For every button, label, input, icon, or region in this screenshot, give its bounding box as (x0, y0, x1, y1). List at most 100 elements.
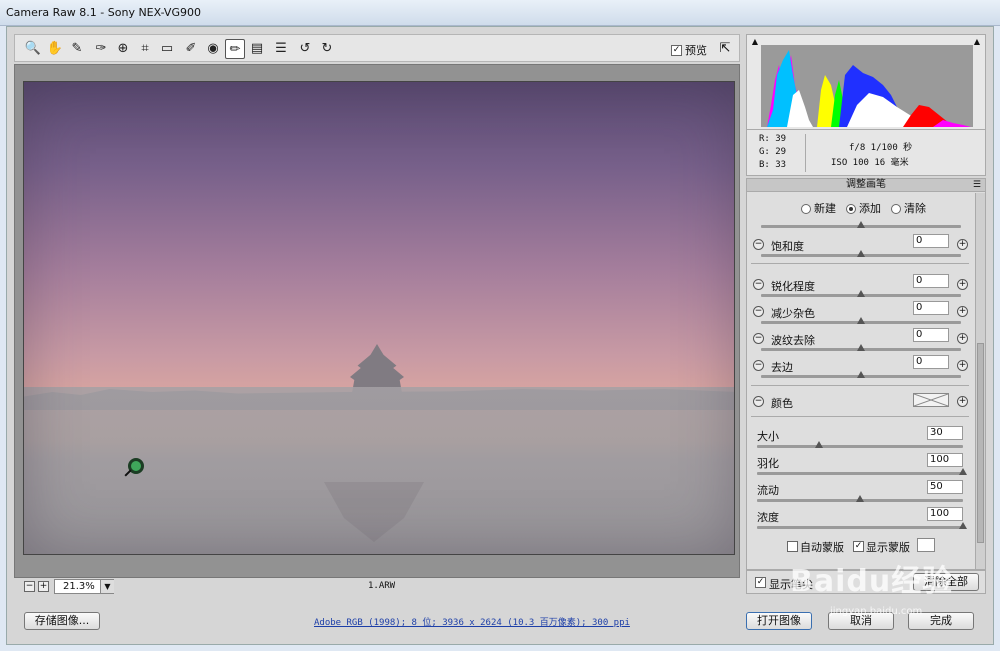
brush-slider-thumb[interactable] (814, 441, 823, 448)
target-adjust-tool-icon[interactable]: ⊕ (113, 39, 133, 59)
panel-menu-icon[interactable]: ☰ (973, 179, 981, 191)
zoom-out-icon[interactable]: − (24, 581, 35, 592)
zoom-dropdown-icon[interactable]: ▼ (100, 580, 114, 593)
brush-slider-thumb[interactable] (959, 468, 967, 475)
exposure-slider-partial-thumb[interactable] (857, 221, 865, 228)
info-separator (805, 134, 806, 172)
brush-setting-label: 浓度 (757, 511, 779, 524)
slider-value-field[interactable]: 0 (913, 234, 949, 248)
preview-checkbox[interactable]: ✓ 预览 (671, 42, 707, 58)
white-balance-tool-icon[interactable]: ✎ (67, 39, 87, 59)
slider-thumb[interactable] (857, 290, 865, 297)
slider-value-field[interactable]: 0 (913, 274, 949, 288)
radio-icon[interactable] (846, 204, 856, 214)
increase-icon[interactable]: + (957, 396, 968, 407)
histogram: ▲ ▲ (746, 34, 986, 130)
decrease-icon[interactable]: − (753, 333, 764, 344)
zoom-tool-icon[interactable]: 🔍 (23, 39, 43, 59)
graduated-filter-tool-icon[interactable]: ▤ (247, 39, 267, 59)
canvas-area (14, 64, 740, 578)
color-label: 颜色 (771, 397, 793, 410)
mode-label: 新建 (814, 202, 836, 215)
slider-thumb[interactable] (857, 317, 865, 324)
mode-radio-2[interactable]: 清除 (891, 200, 926, 216)
panel-scroll-thumb[interactable] (977, 343, 984, 543)
brush-value-field[interactable]: 30 (927, 426, 963, 440)
increase-icon[interactable]: + (957, 239, 968, 250)
brush-slider-track[interactable] (757, 472, 963, 475)
photo-vignette (24, 82, 734, 554)
slider-thumb[interactable] (857, 344, 865, 351)
brush-setting-label: 流动 (757, 484, 779, 497)
preview-check-box[interactable]: ✓ (671, 44, 682, 56)
photo-preview[interactable] (23, 81, 735, 555)
slider-thumb[interactable] (857, 371, 865, 378)
mode-label: 清除 (904, 202, 926, 215)
brush-slider-track[interactable] (757, 526, 963, 529)
camera-info: R: 39 G: 29 B: 33 f/8 1/100 秒 ISO 100 16… (746, 130, 986, 176)
decrease-icon[interactable]: − (753, 306, 764, 317)
brush-mode-group: 新建 添加 清除 (801, 200, 926, 216)
radio-icon[interactable] (891, 204, 901, 214)
slider-label: 饱和度 (771, 240, 804, 253)
brush-slider-track[interactable] (757, 445, 963, 448)
brush-slider-thumb[interactable] (856, 495, 864, 502)
increase-icon[interactable]: + (957, 333, 968, 344)
radio-icon[interactable] (801, 204, 811, 214)
save-image-button[interactable]: 存储图像... (24, 612, 100, 630)
panel-scrollbar[interactable] (975, 193, 985, 569)
slider-thumb[interactable] (857, 250, 865, 257)
adjustment-brush-tool-icon[interactable]: ✏ (225, 39, 245, 59)
rotate-ccw-tool-icon[interactable]: ↺ (295, 39, 315, 59)
exposure-info: f/8 1/100 秒 (849, 143, 913, 153)
brush-setting-label: 羽化 (757, 457, 779, 470)
color-sampler-tool-icon[interactable]: ✑ (91, 39, 111, 59)
increase-icon[interactable]: + (957, 306, 968, 317)
auto-mask-checkbox[interactable] (787, 541, 798, 552)
red-eye-tool-icon[interactable]: ◉ (203, 39, 223, 59)
color-swatch[interactable] (913, 393, 949, 407)
increase-icon[interactable]: + (957, 279, 968, 290)
g-label: G: (759, 147, 770, 157)
hand-tool-icon[interactable]: ✋ (45, 39, 65, 59)
workflow-options-link[interactable]: Adobe RGB (1998); 8 位; 3936 x 2624 (10.3… (314, 615, 630, 628)
adjustment-brush-panel: 新建 添加 清除 − 饱和度 0 + − 锐化程度 0 + − 减少杂色 0 + − 波纹去除 0 + − 去边 0 + −… (746, 192, 986, 570)
mask-color-swatch[interactable] (917, 538, 935, 552)
decrease-icon[interactable]: − (753, 396, 764, 407)
canvas-status-bar: − + 21.3% ▼ 1.ARW (14, 578, 740, 596)
brush-value-field[interactable]: 100 (927, 453, 963, 467)
slider-value-field[interactable]: 0 (913, 328, 949, 342)
section-divider (751, 263, 969, 264)
open-image-button[interactable]: 打开图像 (746, 612, 812, 630)
mode-radio-0[interactable]: 新建 (801, 200, 836, 216)
brush-value-field[interactable]: 100 (927, 507, 963, 521)
spot-removal-tool-icon[interactable]: ✐ (181, 39, 201, 59)
section-divider (751, 385, 969, 386)
file-name: 1.ARW (368, 581, 396, 591)
mode-radio-1[interactable]: 添加 (846, 200, 881, 216)
brush-slider-thumb[interactable] (959, 522, 967, 529)
overlay-checkbox[interactable]: ✓ (755, 577, 766, 588)
decrease-icon[interactable]: − (753, 279, 764, 290)
show-mask-checkbox[interactable]: ✓ (853, 541, 864, 552)
r-value: 39 (775, 134, 787, 144)
fullscreen-icon[interactable]: ⇱ (715, 39, 735, 59)
crop-tool-icon[interactable]: ⌗ (135, 39, 155, 59)
b-label: B: (759, 160, 770, 170)
slider-label: 减少杂色 (771, 307, 815, 320)
decrease-icon[interactable]: − (753, 239, 764, 250)
zoom-in-icon[interactable]: + (38, 581, 49, 592)
decrease-icon[interactable]: − (753, 360, 764, 371)
slider-value-field[interactable]: 0 (913, 355, 949, 369)
brush-setting-label: 大小 (757, 430, 779, 443)
rotate-cw-tool-icon[interactable]: ↻ (317, 39, 337, 59)
mode-label: 添加 (859, 202, 881, 215)
iso-focal-info: ISO 100 16 毫米 (831, 158, 909, 168)
preferences-tool-icon[interactable]: ☰ (271, 39, 291, 59)
straighten-tool-icon[interactable]: ▭ (157, 39, 177, 59)
brush-value-field[interactable]: 50 (927, 480, 963, 494)
watermark-logo: Baidu经验 (790, 564, 954, 599)
increase-icon[interactable]: + (957, 360, 968, 371)
slider-value-field[interactable]: 0 (913, 301, 949, 315)
title-bar: Camera Raw 8.1 - Sony NEX-VG900 (0, 0, 1000, 26)
